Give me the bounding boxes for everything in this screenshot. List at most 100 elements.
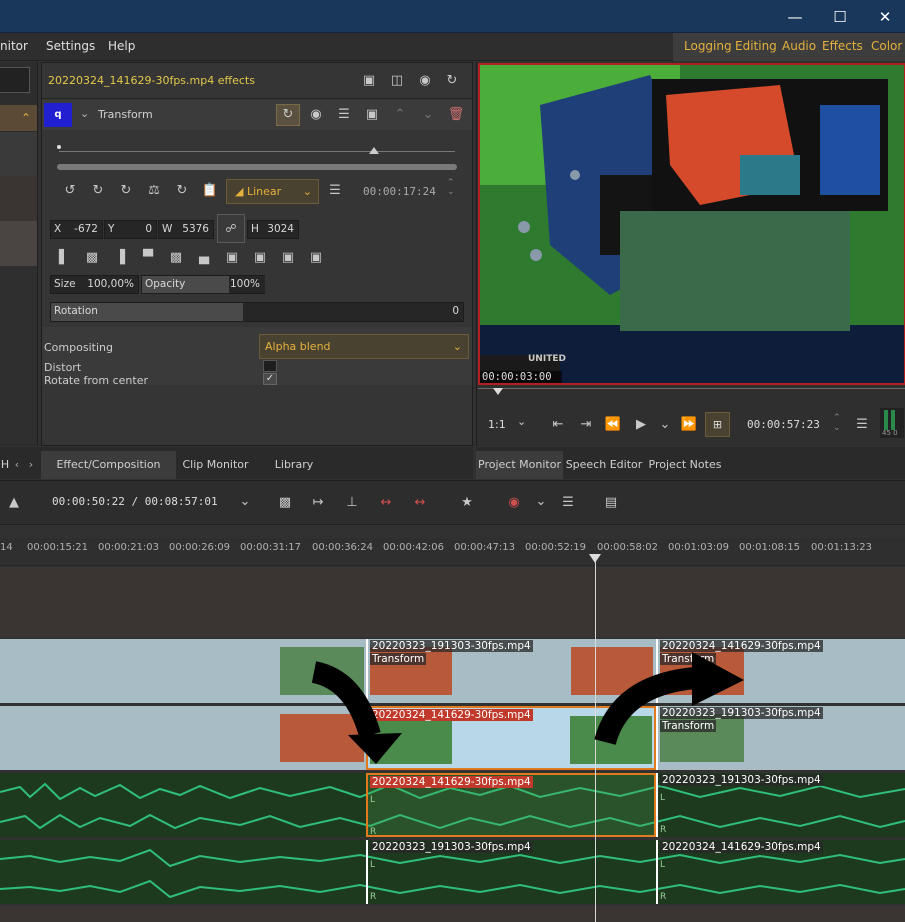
save-icon[interactable]: ▣ [363, 106, 381, 124]
fast-forward-icon[interactable]: ⏩ [680, 416, 698, 434]
chevron-down-icon[interactable]: ⌄ [517, 415, 526, 428]
opacity-slider[interactable]: Opacity 100% [141, 275, 265, 294]
maximize-icon[interactable]: ☐ [817, 0, 863, 33]
size-field[interactable]: Size 100,00% [50, 275, 139, 294]
layout-audio[interactable]: Audio [782, 33, 816, 61]
set-out-icon[interactable]: ⇥ [577, 416, 595, 434]
menu-monitor[interactable]: nitor [0, 33, 28, 61]
rotate-center-checkbox[interactable]: ✓ [263, 373, 277, 385]
monitor-timecode[interactable]: 00:00:57:23 [747, 418, 820, 431]
keyframe-marker[interactable] [57, 145, 61, 149]
audio-clip[interactable]: 20220323_191303-30fps.mp4 L R [366, 840, 656, 904]
timecode-stepper[interactable]: ⌃ ⌄ [833, 413, 841, 433]
align-right-icon[interactable]: ▐ [111, 249, 129, 267]
audio-clip[interactable]: 20220324_141629-30fps.mp4 L R [656, 840, 905, 904]
eye-icon[interactable]: ◉ [416, 72, 434, 90]
mixer-icon[interactable]: ☰ [559, 494, 577, 512]
clipboard-icon[interactable]: 📋 [201, 182, 219, 200]
fit-to-frame-icon[interactable]: ▣ [223, 249, 241, 267]
rotation-slider[interactable]: Rotation 0 [50, 302, 464, 322]
layout-color[interactable]: Color [871, 33, 902, 61]
menu-icon[interactable]: ☰ [853, 416, 871, 434]
tab-library[interactable]: Library [255, 451, 333, 479]
collapse-icon[interactable]: ⌃ [0, 105, 37, 131]
previous-keyframe-icon[interactable]: ↺ [61, 182, 79, 200]
audio-track-a1[interactable]: 20220324_141629-30fps.mp4 L R 20220323_1… [0, 773, 905, 837]
tab-next-icon[interactable]: › [25, 451, 37, 479]
align-vcenter-icon[interactable]: ▩ [167, 249, 185, 267]
align-left-icon[interactable]: ▌ [55, 249, 73, 267]
zoom-value[interactable]: 1:1 [488, 418, 506, 431]
effect-timecode[interactable]: 00:00:17:24 [363, 185, 436, 198]
layout-editing[interactable]: Editing [735, 33, 777, 61]
audio-track-a2[interactable]: 20220323_191303-30fps.mp4 L R 20220324_1… [0, 840, 905, 904]
chevron-down-icon[interactable]: ⌄ [236, 493, 254, 511]
record-icon[interactable]: ◉ [505, 494, 523, 512]
center-icon[interactable]: ▣ [307, 249, 325, 267]
next-keyframe-icon[interactable]: ↻ [117, 182, 135, 200]
interpolation-dropdown[interactable]: ◢ Linear ⌄ [226, 179, 319, 204]
keyframe-badge[interactable]: q [44, 103, 72, 127]
empty-track[interactable] [0, 567, 905, 637]
lift-icon[interactable]: ⊥ [343, 494, 361, 512]
h-field[interactable]: H 3024 [247, 220, 299, 239]
move-up-icon[interactable]: ⌃ [391, 106, 409, 124]
save-stack-icon[interactable]: ▣ [360, 72, 378, 90]
selected-audio-clip[interactable]: 20220324_141629-30fps.mp4 L R [366, 773, 656, 837]
set-in-icon[interactable]: ⇤ [549, 416, 567, 434]
crop-icon[interactable]: ⊞ [705, 412, 730, 437]
compositing-dropdown[interactable]: Alpha blend ⌄ [259, 334, 469, 359]
list-item[interactable] [0, 176, 37, 221]
tab-effect-stack[interactable]: Effect/Composition Stack [41, 451, 176, 499]
menu-icon[interactable]: ☰ [326, 182, 344, 200]
layout-effects[interactable]: Effects [822, 33, 863, 61]
playhead-marker[interactable] [369, 147, 379, 154]
w-field[interactable]: W 5376 [158, 220, 214, 239]
move-down-icon[interactable]: ⌄ [419, 106, 437, 124]
insert-icon[interactable]: ↦ [309, 494, 327, 512]
star-icon[interactable]: ★ [458, 494, 476, 512]
search-input[interactable] [0, 67, 30, 93]
audio-clip[interactable]: 20220323_191303-30fps.mp4 L R [656, 773, 905, 837]
align-bottom-icon[interactable]: ▄ [195, 249, 213, 267]
add-keyframe-icon[interactable]: ↻ [89, 182, 107, 200]
distort-checkbox[interactable] [263, 360, 277, 372]
fit-height-icon[interactable]: ▣ [279, 249, 297, 267]
align-top-icon[interactable]: ▀ [139, 249, 157, 267]
x-field[interactable]: X -672 [50, 220, 103, 239]
composite-icon[interactable]: ▩ [276, 494, 294, 512]
tab-project-notes[interactable]: Project Notes [645, 451, 725, 479]
keyframe-type-icon[interactable]: ↻ [173, 182, 191, 200]
tab-clip-monitor[interactable]: Clip Monitor [177, 451, 254, 479]
eye-icon[interactable]: ◉ [307, 106, 325, 124]
chevron-down-icon[interactable]: ⌄ [656, 416, 674, 434]
link-aspect-icon[interactable]: ☍ [217, 214, 245, 243]
delete-icon[interactable]: 🗑 [447, 106, 465, 124]
list-item[interactable] [0, 132, 37, 176]
keyframe-toggle[interactable]: ↻ [276, 104, 300, 126]
list-item[interactable] [0, 221, 37, 266]
split-compare-icon[interactable]: ◫ [388, 72, 406, 90]
split-icon[interactable]: ▲ [5, 494, 23, 512]
tab-project-monitor[interactable]: Project Monitor [476, 451, 563, 479]
fit-width-icon[interactable]: ▣ [251, 249, 269, 267]
timeline-position[interactable]: 00:00:50:22 / 00:08:57:01 [52, 495, 218, 508]
subtitle-icon[interactable]: ▤ [602, 494, 620, 512]
reset-icon[interactable]: ↻ [443, 72, 461, 90]
timeline-ruler[interactable]: 14 00:00:15:21 00:00:21:03 00:00:26:09 0… [0, 538, 905, 566]
tab-speech-editor[interactable]: Speech Editor [564, 451, 644, 479]
chevron-down-icon[interactable]: ⌄ [532, 493, 550, 511]
minimize-icon[interactable]: — [772, 0, 818, 33]
monitor-video[interactable]: UNITED 00:00:03:00 [478, 63, 905, 385]
settings-sliders-icon[interactable]: ☰ [335, 106, 353, 124]
y-field[interactable]: Y0 [104, 220, 157, 239]
close-icon[interactable]: ✕ [862, 0, 905, 33]
keyframe-timeline-bar[interactable] [57, 164, 457, 170]
keyframe-ruler[interactable] [57, 141, 457, 161]
layout-logging[interactable]: Logging [684, 33, 732, 61]
remove-space-icon[interactable]: ↔ [377, 494, 395, 512]
extract-icon[interactable]: ↔ [411, 494, 429, 512]
menu-settings[interactable]: Settings [46, 33, 95, 61]
play-icon[interactable]: ▶ [632, 416, 650, 434]
align-hcenter-icon[interactable]: ▩ [83, 249, 101, 267]
